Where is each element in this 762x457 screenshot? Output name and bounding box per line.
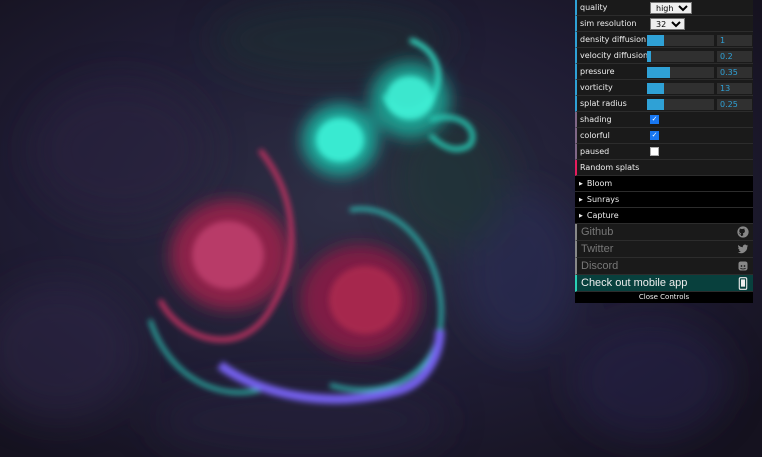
checkmark-icon: ✓ bbox=[651, 115, 658, 123]
velocity-diffusion-slider[interactable] bbox=[647, 51, 714, 62]
shading-checkbox[interactable]: ✓ bbox=[650, 115, 659, 124]
quality-select[interactable]: high bbox=[650, 1, 692, 14]
vorticity-value[interactable]: 13 bbox=[717, 83, 752, 94]
splat-radius-row: splat radius 0.25 bbox=[575, 96, 753, 112]
random-splats-button[interactable]: Random splats bbox=[575, 160, 753, 176]
velocity-diffusion-value[interactable]: 0.2 bbox=[717, 51, 752, 62]
random-splats-label: Random splats bbox=[580, 163, 640, 172]
pressure-value[interactable]: 0.35 bbox=[717, 67, 752, 78]
sim-resolution-label: sim resolution bbox=[580, 19, 637, 28]
mobile-phone-icon bbox=[737, 276, 749, 290]
density-diffusion-slider[interactable] bbox=[647, 35, 714, 46]
twitter-link-label: Twitter bbox=[581, 243, 614, 255]
splat-radius-value[interactable]: 0.25 bbox=[717, 99, 752, 110]
paused-row: paused bbox=[575, 144, 753, 160]
velocity-diffusion-label: velocity diffusion bbox=[580, 51, 649, 60]
mobile-app-link-label: Check out mobile app bbox=[581, 277, 688, 289]
checkmark-icon: ✓ bbox=[651, 131, 658, 139]
github-icon bbox=[737, 226, 749, 238]
paused-label: paused bbox=[580, 147, 610, 156]
shading-label: shading bbox=[580, 115, 612, 124]
triangle-right-icon: ▶ bbox=[579, 212, 583, 219]
vorticity-slider[interactable] bbox=[647, 83, 714, 94]
triangle-right-icon: ▶ bbox=[579, 180, 583, 187]
colorful-row: colorful ✓ bbox=[575, 128, 753, 144]
density-diffusion-label: density diffusion bbox=[580, 35, 647, 44]
close-controls-button[interactable]: Close Controls bbox=[575, 292, 753, 303]
folder-capture-label: Capture bbox=[586, 211, 619, 220]
discord-icon bbox=[737, 260, 749, 272]
twitter-icon bbox=[737, 243, 749, 255]
pressure-slider[interactable] bbox=[647, 67, 714, 78]
sim-resolution-row: sim resolution 32 bbox=[575, 16, 753, 32]
mobile-app-link[interactable]: Check out mobile app bbox=[575, 275, 753, 292]
splat-radius-label: splat radius bbox=[580, 99, 627, 108]
discord-link[interactable]: Discord bbox=[575, 258, 753, 275]
github-link-label: Github bbox=[581, 226, 614, 238]
twitter-link[interactable]: Twitter bbox=[575, 241, 753, 258]
colorful-label: colorful bbox=[580, 131, 610, 140]
velocity-diffusion-row: velocity diffusion 0.2 bbox=[575, 48, 753, 64]
sim-resolution-select[interactable]: 32 bbox=[650, 17, 685, 30]
folder-capture[interactable]: ▶ Capture bbox=[575, 208, 753, 224]
vorticity-label: vorticity bbox=[580, 83, 613, 92]
discord-link-label: Discord bbox=[581, 260, 619, 272]
quality-row: quality high bbox=[575, 0, 753, 16]
folder-sunrays[interactable]: ▶ Sunrays bbox=[575, 192, 753, 208]
colorful-checkbox[interactable]: ✓ bbox=[650, 131, 659, 140]
density-diffusion-row: density diffusion 1 bbox=[575, 32, 753, 48]
github-link[interactable]: Github bbox=[575, 224, 753, 241]
folder-sunrays-label: Sunrays bbox=[586, 195, 620, 204]
shading-row: shading ✓ bbox=[575, 112, 753, 128]
folder-bloom[interactable]: ▶ Bloom bbox=[575, 176, 753, 192]
splat-radius-slider[interactable] bbox=[647, 99, 714, 110]
vorticity-row: vorticity 13 bbox=[575, 80, 753, 96]
pressure-label: pressure bbox=[580, 67, 615, 76]
controls-panel: quality high sim resolution 32 density d… bbox=[575, 0, 753, 303]
density-diffusion-value[interactable]: 1 bbox=[717, 35, 752, 46]
quality-label: quality bbox=[580, 3, 608, 12]
folder-bloom-label: Bloom bbox=[586, 179, 613, 188]
paused-checkbox[interactable] bbox=[650, 147, 659, 156]
triangle-right-icon: ▶ bbox=[579, 196, 583, 203]
pressure-row: pressure 0.35 bbox=[575, 64, 753, 80]
